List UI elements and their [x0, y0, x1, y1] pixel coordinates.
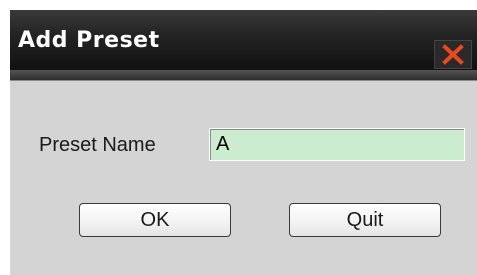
dialog-title: Add Preset [18, 28, 160, 53]
title-bar: Add Preset [10, 10, 477, 70]
quit-button[interactable]: Quit [289, 203, 441, 237]
dialog-body: Preset Name OK Quit [10, 81, 477, 275]
preset-name-label: Preset Name [39, 134, 156, 156]
close-button[interactable] [434, 40, 472, 69]
add-preset-dialog: Add Preset Preset Name OK Quit [10, 10, 477, 275]
title-bar-divider [10, 70, 477, 81]
ok-button[interactable]: OK [79, 203, 231, 237]
close-icon [442, 44, 464, 65]
preset-name-input[interactable] [209, 128, 465, 161]
